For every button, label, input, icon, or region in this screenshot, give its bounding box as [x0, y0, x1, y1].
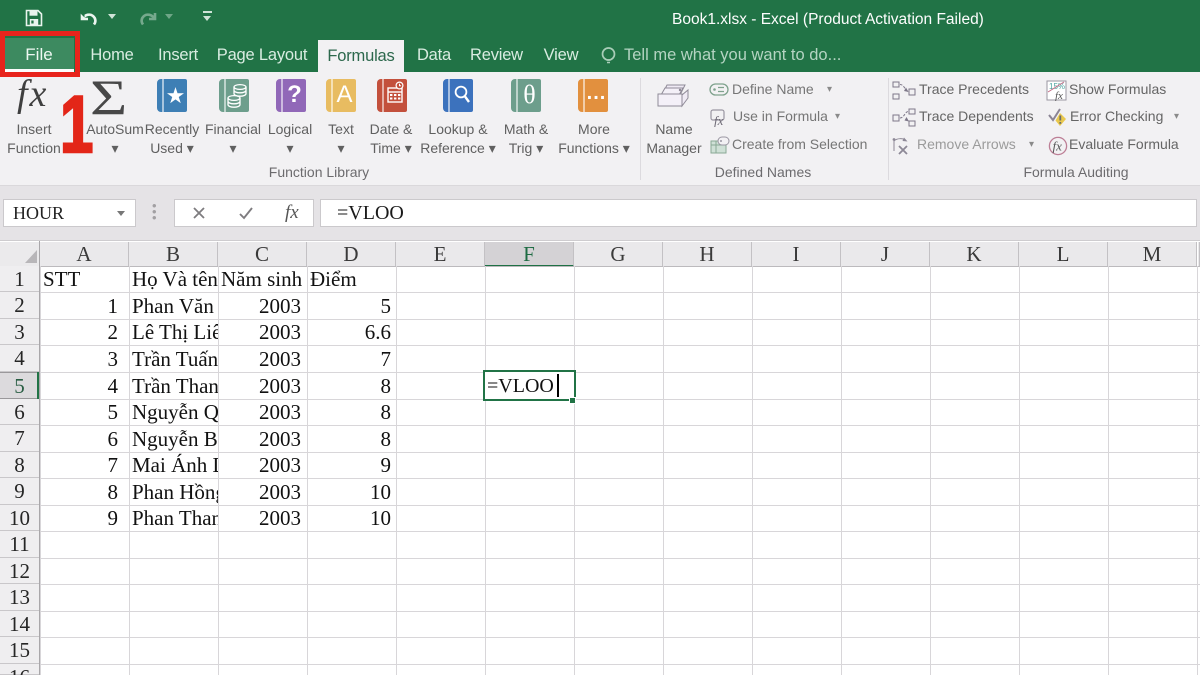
svg-text:fx: fx	[714, 113, 724, 127]
svg-text:fx: fx	[1055, 90, 1063, 101]
svg-text:fx: fx	[1053, 139, 1063, 154]
